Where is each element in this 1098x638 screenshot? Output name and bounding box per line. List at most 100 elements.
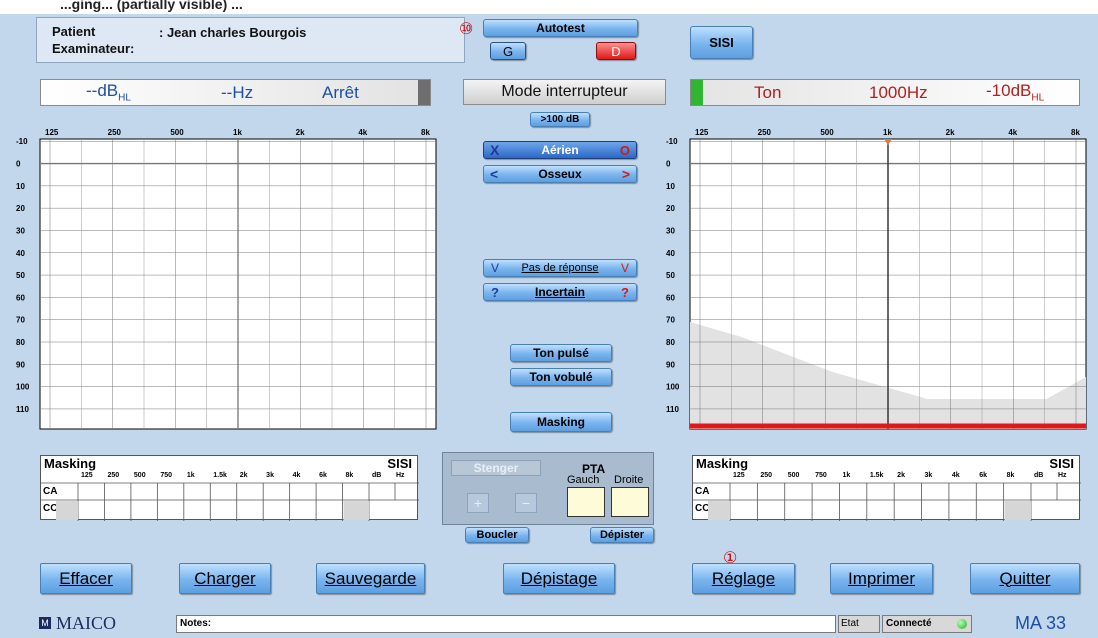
pta-right-label: Droite [614,474,644,486]
patient-name: : Jean charles Bourgois [159,25,307,40]
level-label: 100 [16,383,30,392]
frequency-label: 8k [421,128,430,137]
air-conduction-button[interactable]: X Aérien O [483,141,637,159]
load-button[interactable]: Charger [179,563,271,594]
settings-label: Réglage [711,568,776,588]
right-state-indicator [691,80,703,105]
level-label: -10 [666,137,678,146]
left-state-indicator [418,80,430,105]
level-label: 100 [666,383,680,392]
sisi-button[interactable]: SISI [690,26,753,59]
masking-freq-label: 3k [924,472,933,479]
level-label: 90 [666,360,675,369]
screen-button[interactable]: Dépister [590,527,654,543]
left-ear-button[interactable]: G [490,42,526,60]
uncertain-label: Incertain [534,285,585,299]
over-100db-button[interactable]: >100 dB [530,112,590,127]
masking-freq-label: 6k [319,472,327,479]
sisi-col-label: dB [372,472,382,479]
bone-label: Osseux [538,167,582,181]
clear-button[interactable]: Effacer [40,563,132,594]
frequency-label: 250 [758,128,772,137]
masking-freq-label: 500 [787,472,800,479]
settings-button[interactable]: Réglage [692,563,795,594]
left-ear-readout: --dBHL --Hz Arrêt [40,79,431,106]
stenger-minus-button[interactable]: − [515,493,537,513]
no-response-left-symbol: V [491,261,500,275]
notes-field[interactable]: Notes: [176,615,836,633]
uncertain-button[interactable]: ? Incertain ? [483,283,637,301]
right-frequency: 1000Hz [869,82,928,102]
bone-right-symbol: > [621,166,630,182]
level-label: 50 [666,271,675,280]
autotest-badge: ⑩ [459,21,474,38]
level-label: 80 [16,338,25,347]
level-label: 70 [16,316,25,325]
screening-label: Dépistage [520,568,598,588]
maico-logo-icon: M [39,617,51,629]
loop-button[interactable]: Boucler [465,527,529,543]
level-label: 20 [666,204,675,213]
frequency-label: 1k [233,128,242,137]
status-led-icon [957,619,967,629]
left-frequency: --Hz [221,82,254,102]
level-label: 30 [16,226,25,235]
frequency-label: 500 [170,128,184,137]
stenger-button[interactable]: Stenger [451,460,541,476]
masking-freq-label: 250 [760,472,773,479]
frequency-label: 125 [45,128,59,137]
level-label: 70 [666,316,675,325]
right-audiogram[interactable]: -10 0 10 20 30 40 50 60 70 80 90 100 110 125 250 500 1k 2… [655,127,1095,432]
level-label: 50 [16,271,25,280]
warble-tone-button[interactable]: Ton vobulé [510,368,612,386]
right-level-unit: HL [1031,92,1045,104]
level-label: 60 [16,293,25,302]
examiner-label: Examinateur: [52,41,135,56]
quit-button[interactable]: Quitter [970,563,1080,594]
stenger-plus-button[interactable]: + [467,493,489,513]
pta-panel: Stenger PTA Gauch Droite + − [442,452,654,525]
no-response-button[interactable]: V Pas de réponse V [483,259,637,277]
level-label: -10 [16,137,28,146]
frequency-label: 4k [358,128,367,137]
model-name: MA 33 [1015,613,1067,633]
header-strip: ...ging... (partially visible) ... [0,0,1098,14]
level-label: 90 [16,360,25,369]
right-masking-table: Masking SISI CA CO 125 250 500 750 1k 1.5k 2k 3… [692,455,1081,521]
pta-left-label: Gauch [567,474,600,486]
masking-freq-label: 1.5k [213,472,227,479]
level-label: 10 [16,182,25,191]
masking-freq-label: 8k [345,472,354,479]
left-level-unit: HL [118,92,131,104]
bone-left-symbol: < [490,166,499,182]
frequency-label: 2k [946,128,955,137]
sisi-col-label: dB [1034,472,1044,479]
sisi-col-label: Hz [1058,472,1067,479]
level-label: 30 [666,226,675,235]
masking-freq-label: 125 [733,472,745,479]
level-label: 40 [16,249,25,258]
masking-freq-label: 2k [239,472,248,479]
masking-button[interactable]: Masking [510,412,612,432]
patient-label: Patient [52,24,96,39]
left-level-value: --dB [86,81,119,101]
print-label: Imprimer [847,568,916,588]
uncertain-right-symbol: ? [621,284,629,300]
screening-button[interactable]: Dépistage [503,563,615,594]
quit-label: Quitter [999,568,1051,588]
pulsed-tone-button[interactable]: Ton pulsé [510,344,612,362]
air-right-symbol: O [619,142,630,158]
bone-conduction-button[interactable]: < Osseux > [483,165,637,183]
air-left-symbol: X [490,142,500,158]
right-ear-button[interactable]: D [596,42,636,60]
frequency-label: 500 [820,128,834,137]
left-audiogram[interactable]: -10 0 10 20 30 40 50 60 70 80 90 100 110 125 250 500 1k 2… [0,127,440,432]
save-button[interactable]: Sauvegarde [316,563,425,594]
level-label: 0 [666,160,671,169]
no-response-right-symbol: V [620,261,629,275]
print-button[interactable]: Imprimer [830,563,933,594]
autotest-button[interactable]: Autotest [483,19,638,37]
masking-freq-label: 6k [979,472,988,479]
interrupter-mode-box[interactable]: Mode interrupteur [463,79,666,105]
pta-right-value [611,487,649,517]
